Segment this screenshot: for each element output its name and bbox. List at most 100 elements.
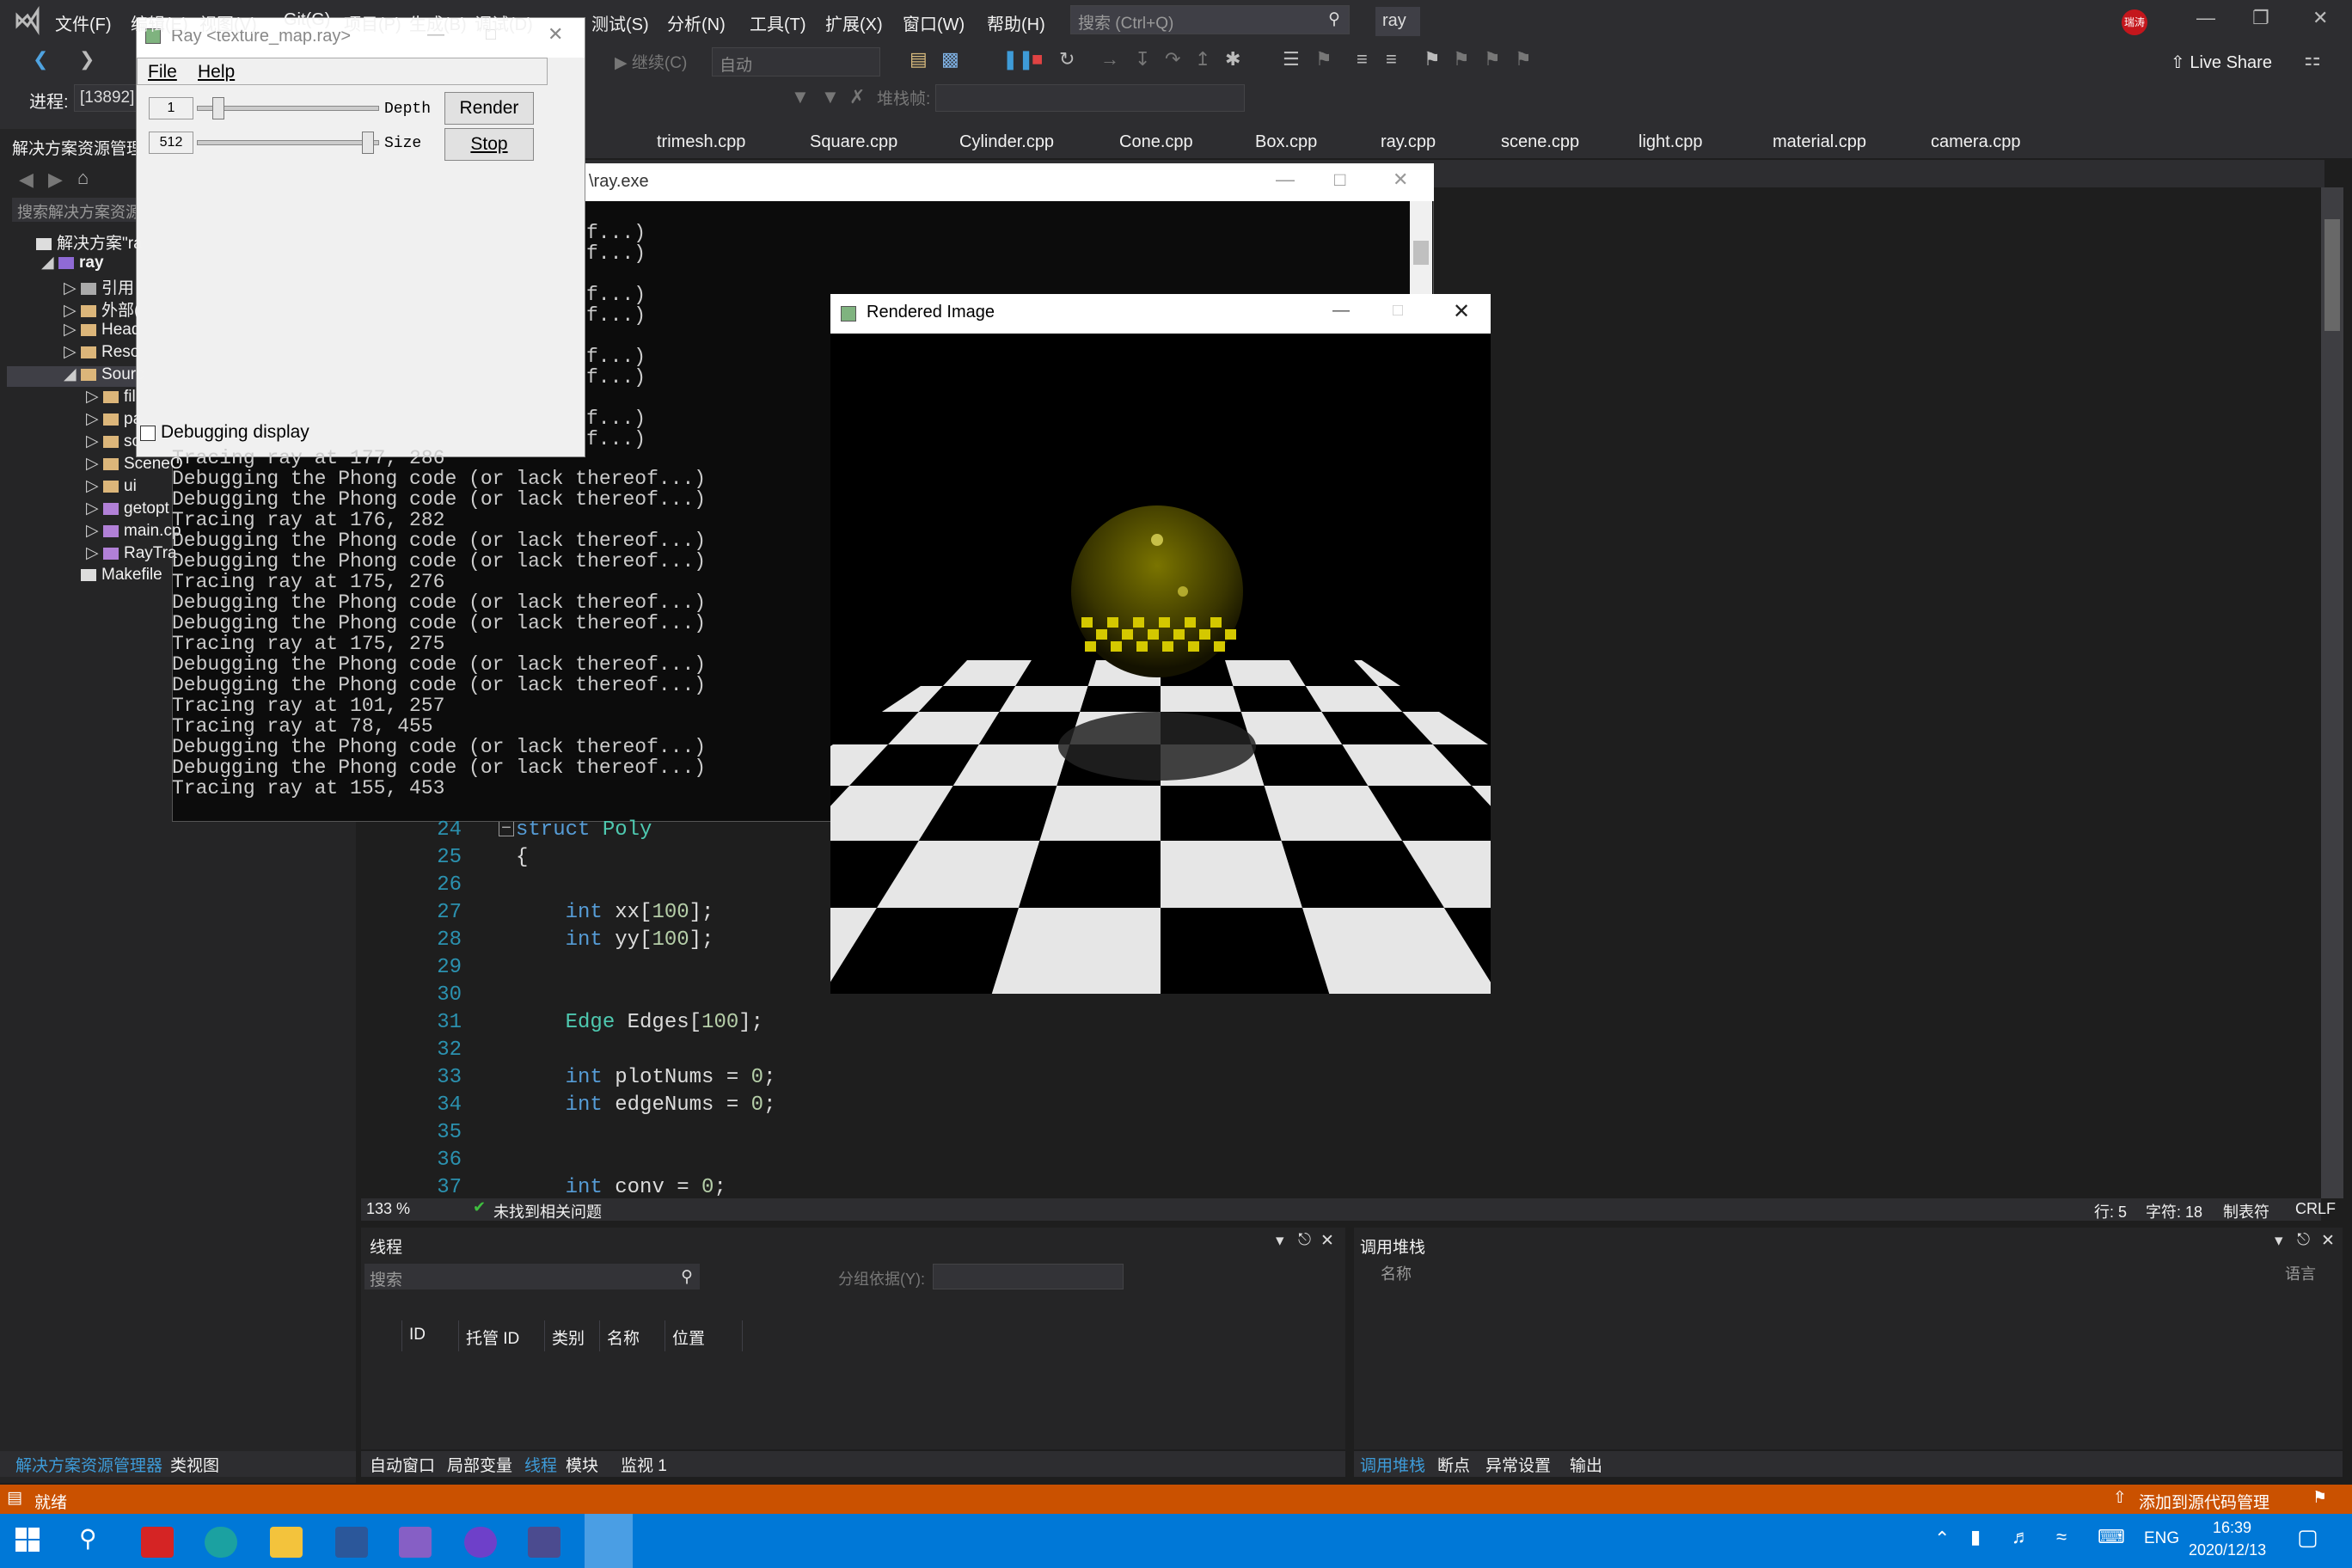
tab-light-cpp[interactable]: light.cpp [1638,132,1703,152]
tree-item[interactable]: ▷ Head [64,320,140,340]
tree-item[interactable]: ▷ fil [86,387,136,407]
tab-scene-cpp[interactable]: scene.cpp [1501,132,1579,152]
show-next-statement-icon[interactable]: → [1100,48,1119,70]
close-icon[interactable]: ✕ [1453,299,1470,324]
size-slider[interactable] [197,140,379,145]
tab-mode[interactable]: 制表符 [2223,1200,2269,1222]
tab-callstack-2[interactable]: 异常设置 [1485,1453,1551,1476]
expand-arrow-icon[interactable]: ▷ [86,499,103,518]
depth-slider-thumb[interactable] [212,97,224,119]
github-desktop-icon[interactable] [464,1527,497,1558]
close-icon[interactable]: ✕ [2321,1231,2335,1251]
step-into-icon[interactable]: ↧ [1135,48,1150,70]
menu-item[interactable]: 帮助(H) [987,10,1045,35]
menu-help[interactable]: Help [198,62,235,83]
line-ending[interactable]: CRLF [2295,1200,2336,1218]
tree-item[interactable]: ▷ 外部( [64,297,139,321]
forward-icon[interactable]: ❯ [79,48,95,70]
search-input[interactable]: 搜索 (Ctrl+Q) ⚲ [1070,5,1350,34]
hex-display-icon[interactable]: ✱ [1225,48,1240,70]
menu-item[interactable]: 编辑(E) [131,10,188,35]
word-icon[interactable] [335,1527,368,1558]
threads-search-input[interactable]: 搜索 ⚲ [364,1264,700,1289]
menu-item[interactable]: 调试(D) [475,10,533,35]
threads-column-1[interactable]: ID [402,1320,459,1351]
console-scrollbar-thumb[interactable] [1413,241,1429,265]
close-icon[interactable]: ✕ [548,23,563,46]
menu-item[interactable]: 扩展(X) [825,10,883,35]
minimize-icon[interactable]: — [1276,168,1295,191]
editor-scrollbar-thumb[interactable] [2324,219,2340,331]
tree-item[interactable]: ◢ Sourc [64,364,144,384]
toggle-filter-icon[interactable]: ✗ [849,86,865,108]
tab-debug-3[interactable]: 模块 [566,1453,598,1476]
collapse-icon[interactable]: − [499,819,514,836]
feedback-icon[interactable]: ⚏ [2304,48,2321,70]
auto-combo[interactable]: 自动 [712,47,880,77]
clear-bookmark-icon[interactable]: ⚑ [1515,48,1532,70]
menu-item[interactable]: 视图(V) [199,10,257,35]
tree-item[interactable]: ▷ Reso [64,342,139,362]
group-by-combo[interactable] [933,1264,1124,1289]
tab-callstack-1[interactable]: 断点 [1437,1453,1470,1476]
outdent-icon[interactable]: ≡ [1386,48,1397,70]
menu-file[interactable]: File [148,62,177,83]
threads-column-2[interactable]: 托管 ID [459,1320,545,1351]
expand-arrow-icon[interactable]: ▷ [86,454,103,474]
console-icon[interactable] [528,1527,560,1558]
expand-arrow-icon[interactable]: ◢ [41,253,58,273]
back-icon[interactable]: ◀ [19,168,34,191]
notification-bell-icon[interactable]: ⚑ [2312,1488,2327,1508]
home-icon[interactable]: ⌂ [77,167,89,189]
flag-icon[interactable]: ⚑ [1315,48,1332,70]
tab-class-view[interactable]: 类视图 [170,1453,219,1476]
ray-app-icon[interactable] [585,1514,633,1568]
editor-scrollbar[interactable] [2321,187,2343,1198]
filter-thread-icon[interactable]: ▼ [821,86,840,108]
maximize-icon[interactable]: □ [1334,168,1345,191]
close-icon[interactable]: ✕ [1393,168,1408,191]
tab-debug-4[interactable]: 监视 1 [621,1453,667,1476]
tree-item[interactable]: ▷ sc [86,432,140,451]
avatar[interactable]: 瑞涛 [2122,9,2147,35]
maximize-icon[interactable]: □ [1393,301,1403,321]
issues-status[interactable]: 未找到相关问题 [493,1200,602,1222]
thread-icon[interactable]: ☰ [1283,48,1300,70]
expand-arrow-icon[interactable]: ▷ [64,301,81,321]
tree-item[interactable]: ▷ SceneO [86,454,183,474]
expand-arrow-icon[interactable]: ▷ [86,432,103,451]
close-icon[interactable]: ✕ [1320,1231,1334,1251]
visual-studio-icon[interactable] [399,1527,432,1558]
edge-icon[interactable] [205,1527,237,1558]
expand-arrow-icon[interactable]: ▷ [64,279,81,298]
expand-arrow-icon[interactable]: ◢ [64,364,81,384]
tab-debug-0[interactable]: 自动窗口 [370,1453,435,1476]
bookmark-icon[interactable]: ⚑ [1424,48,1441,70]
pane-menu-icon[interactable]: ▾ [1276,1231,1284,1251]
tree-item[interactable]: ▷ pa [86,409,142,429]
menu-item[interactable]: 项目(P) [344,10,401,35]
next-bookmark-icon[interactable]: ⚑ [1484,48,1501,70]
size-value[interactable]: 512 [149,132,193,154]
menu-item[interactable]: 生成(B) [409,10,467,35]
process-combo[interactable]: [13892] [74,84,143,112]
tab-Square-cpp[interactable]: Square.cpp [810,132,897,152]
expand-arrow-icon[interactable]: ▷ [86,543,103,563]
minimize-icon[interactable]: — [1332,301,1350,321]
expand-arrow-icon[interactable]: ▷ [86,409,103,429]
threads-column-5[interactable]: 位置 [665,1320,743,1351]
volume-icon[interactable]: ♬ [2012,1526,2030,1548]
tree-item[interactable]: ▷ ui [86,476,137,496]
tab-Cylinder-cpp[interactable]: Cylinder.cpp [959,132,1054,152]
threads-column-4[interactable]: 名称 [600,1320,665,1351]
tree-item[interactable]: ◢ ray [41,253,104,273]
tree-item[interactable]: ▷ getopt [86,499,169,518]
pane-menu-icon[interactable]: ▾ [2275,1231,2283,1251]
continue-button[interactable]: ▶ 继续(C) [615,50,687,73]
expand-arrow-icon[interactable]: ▷ [86,476,103,496]
debugging-checkbox[interactable] [140,426,156,441]
expand-arrow-icon[interactable]: ▷ [86,521,103,541]
pin-icon[interactable]: ⎋ [1298,1231,1311,1250]
menu-item[interactable]: 工具(T) [750,10,806,35]
pin-icon[interactable]: ⎋ [2297,1231,2310,1250]
